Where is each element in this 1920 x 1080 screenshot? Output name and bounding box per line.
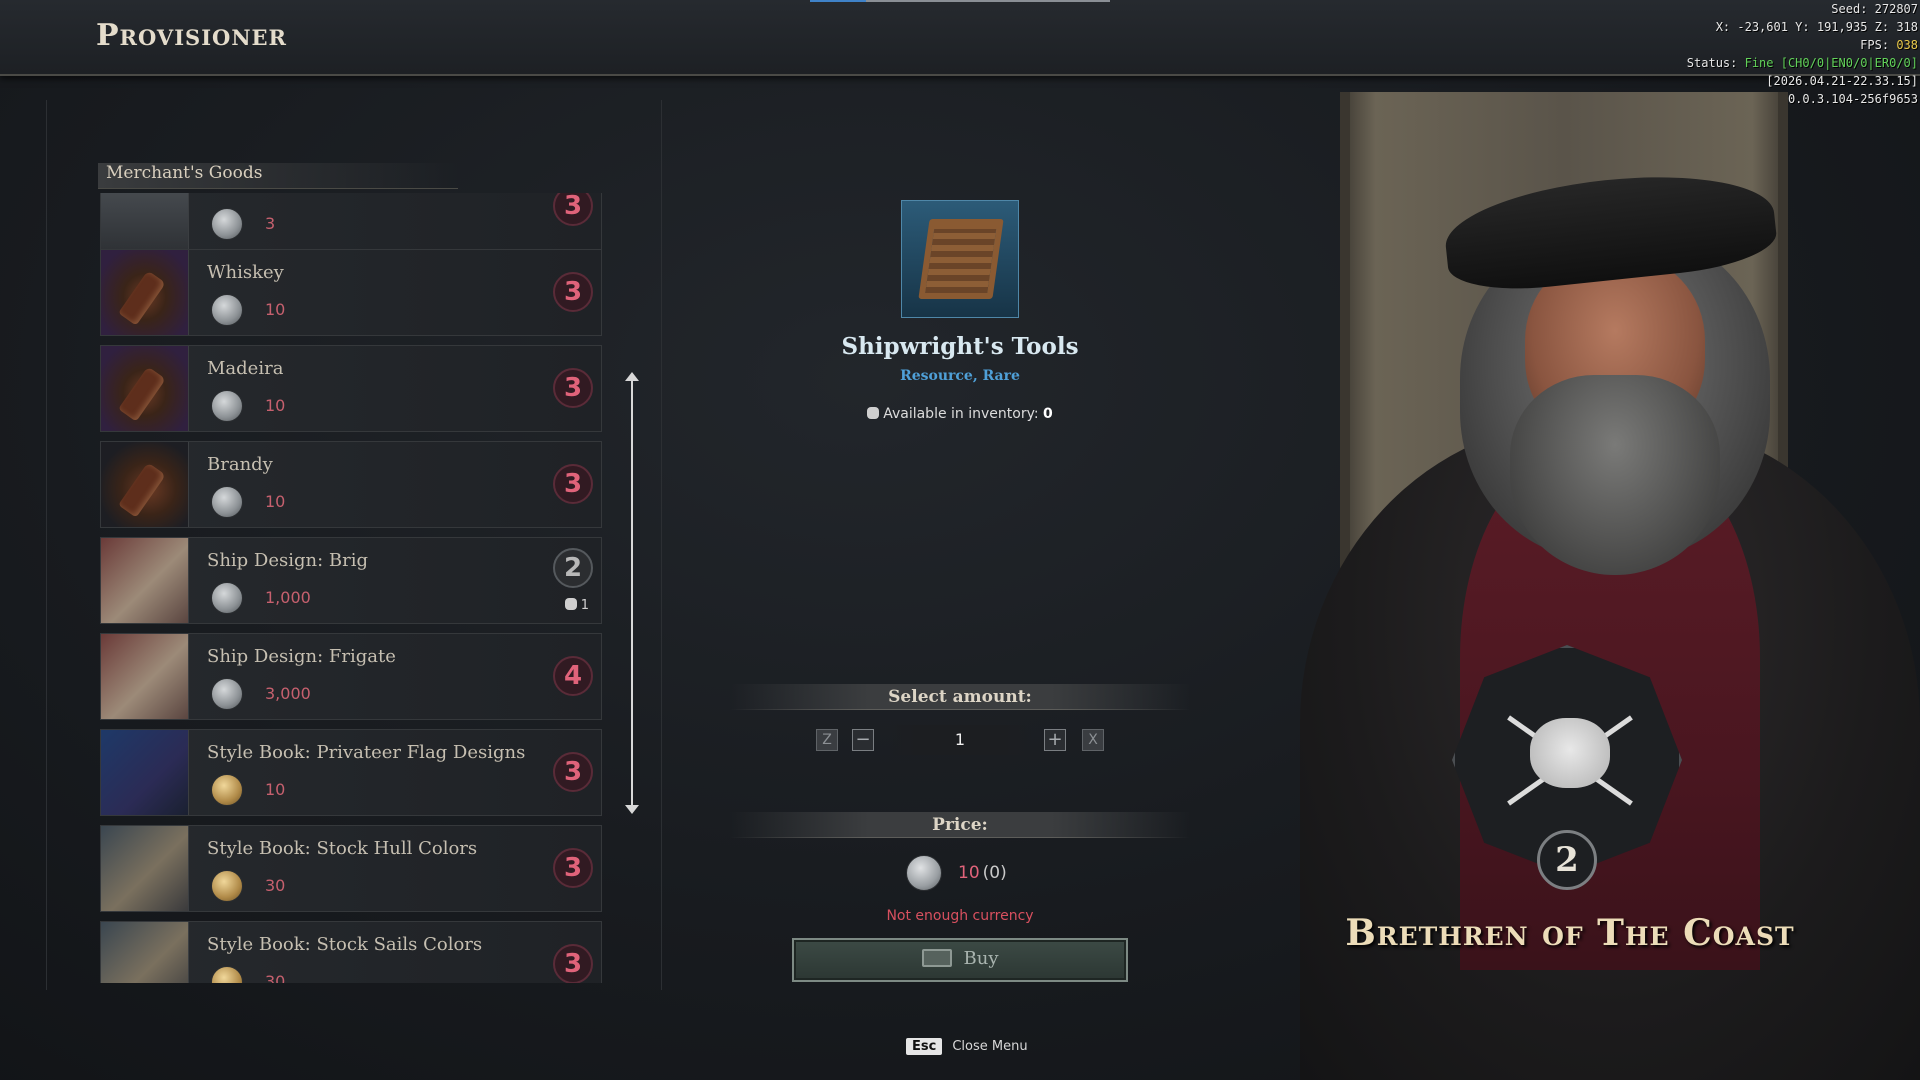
debug-fps: FPS: 038: [1860, 38, 1918, 52]
debug-status: Status: Fine [CH0/0|EN0/0|ER0/0]: [1686, 56, 1918, 70]
page-title: Provisioner: [96, 18, 287, 53]
tab-indicator: [810, 0, 1110, 2]
silver-coin-icon: [211, 486, 243, 518]
list-item[interactable]: Style Book: Privateer Flag Designs 10 3: [100, 729, 602, 816]
ship-design-icon: [101, 634, 189, 719]
item-price: 10: [265, 396, 286, 415]
list-item[interactable]: Ship Design: Brig 1,000 2 1: [100, 537, 602, 624]
item-name: Ship Design: Frigate: [207, 646, 396, 667]
faction-name: Brethren of The Coast: [1345, 912, 1795, 954]
item-name: Style Book: Stock Sails Colors: [207, 934, 483, 955]
goods-section-label: Merchant's Goods: [98, 163, 458, 189]
bottle-icon: [101, 250, 189, 335]
esc-key-icon: Esc: [906, 1038, 943, 1055]
item-name: Ship Design: Brig: [207, 550, 369, 571]
list-item[interactable]: 3 3: [100, 193, 602, 250]
debug-datetime: [2026.04.21-22.33.15]: [1766, 74, 1918, 88]
silver-coin-icon: [211, 390, 243, 422]
tier-badge: 4: [553, 656, 593, 696]
item-price: 1,000: [265, 588, 311, 607]
tier-badge: 3: [553, 752, 593, 792]
gold-coin-icon: [211, 774, 243, 806]
bottle-icon: [101, 442, 189, 527]
item-price: 30: [265, 972, 286, 983]
item-price: 30: [265, 876, 286, 895]
debug-seed: Seed: 272807: [1831, 2, 1918, 16]
list-scrollbar[interactable]: [625, 372, 639, 814]
item-thumbnail: [101, 193, 189, 249]
silver-coin-icon: [211, 678, 243, 710]
currency-warning: Not enough currency: [886, 908, 1034, 924]
style-book-icon: [101, 730, 189, 815]
item-price: 10: [265, 300, 286, 319]
tier-badge: 3: [553, 464, 593, 504]
item-title: Shipwright's Tools: [841, 333, 1079, 360]
top-bar: Provisioner: [0, 0, 1920, 76]
list-item[interactable]: Brandy 10 3: [100, 441, 602, 528]
silver-coin-icon: [906, 855, 942, 891]
style-book-icon: [101, 826, 189, 911]
gold-coin-icon: [211, 966, 243, 983]
item-name: Madeira: [207, 358, 284, 379]
pouch-icon: [564, 598, 577, 610]
owned-count: 1: [564, 598, 589, 613]
tier-badge: 3: [553, 272, 593, 312]
goods-list[interactable]: 3 3 Whiskey 10 3 Madeira 10 3 Brandy 10 …: [98, 193, 604, 983]
gold-coin-icon: [211, 870, 243, 902]
list-item[interactable]: Style Book: Stock Hull Colors 30 3: [100, 825, 602, 912]
list-item[interactable]: Ship Design: Frigate 3,000 4: [100, 633, 602, 720]
item-price: 10: [265, 780, 286, 799]
increase-button[interactable]: +: [1044, 729, 1066, 751]
style-book-icon: [101, 922, 189, 983]
tier-badge: 3: [553, 368, 593, 408]
buy-button[interactable]: Buy: [792, 938, 1128, 982]
close-menu-hint[interactable]: Esc Close Menu: [906, 1038, 1028, 1055]
item-price: 10: [265, 492, 286, 511]
faction-rank-badge: 2: [1537, 830, 1597, 890]
item-rarity: Resource, Rare: [900, 368, 1020, 384]
inventory-availability: Available in inventory: 0: [760, 406, 1160, 422]
amount-input[interactable]: 1: [888, 725, 1032, 755]
list-item[interactable]: Madeira 10 3: [100, 345, 602, 432]
select-amount-label: Select amount:: [730, 684, 1190, 710]
silver-coin-icon: [211, 294, 243, 326]
bottle-icon: [101, 346, 189, 431]
total-price: 10 (0): [958, 863, 1007, 883]
ship-design-icon: [101, 538, 189, 623]
item-price: 3: [265, 214, 276, 233]
min-amount-key[interactable]: Z: [816, 729, 838, 751]
silver-coin-icon: [211, 208, 243, 240]
tier-badge: 3: [553, 848, 593, 888]
item-name: Style Book: Privateer Flag Designs: [207, 742, 526, 763]
list-item[interactable]: Whiskey 10 3: [100, 249, 602, 336]
debug-coords: X: -23,601 Y: 191,935 Z: 318: [1715, 20, 1918, 34]
tier-badge: 2: [553, 548, 593, 588]
item-name: Brandy: [207, 454, 273, 475]
decrease-button[interactable]: −: [852, 729, 874, 751]
silver-coin-icon: [211, 582, 243, 614]
shipwright-tools-icon: [901, 200, 1019, 318]
item-name: Whiskey: [207, 262, 284, 283]
item-name: Style Book: Stock Hull Colors: [207, 838, 478, 859]
spacebar-key-icon: [921, 949, 952, 967]
item-price: 3,000: [265, 684, 311, 703]
pouch-icon: [867, 407, 880, 419]
tier-badge: 3: [553, 944, 593, 983]
tier-badge: 3: [553, 193, 593, 226]
max-amount-key[interactable]: X: [1082, 729, 1104, 751]
list-item[interactable]: Style Book: Stock Sails Colors 30 3: [100, 921, 602, 983]
price-label: Price:: [730, 812, 1190, 838]
